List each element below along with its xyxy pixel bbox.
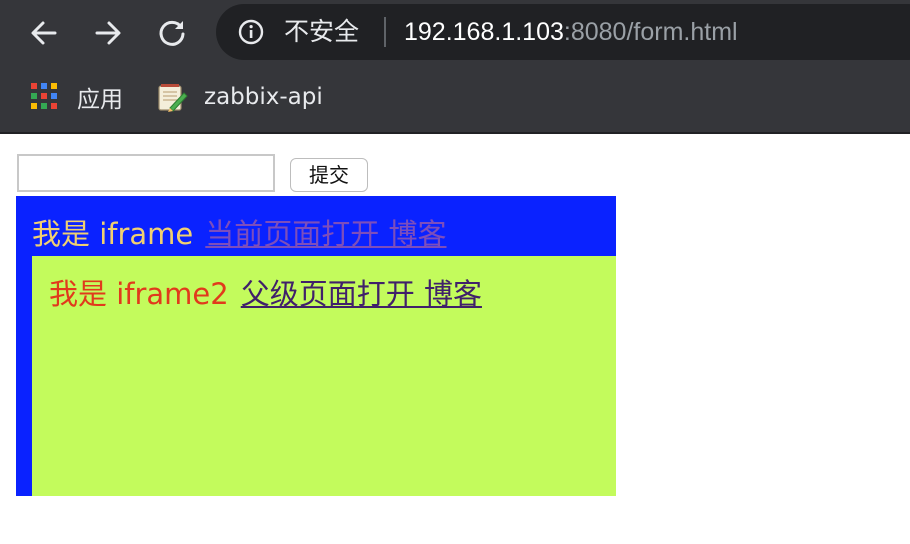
notepad-favicon-icon [158, 84, 188, 112]
page-content: 提交 我是 iframe 当前页面打开 博客 我是 iframe2 父级页面打开 博… [0, 134, 910, 544]
back-arrow-icon [31, 21, 57, 45]
url-port-path: :8080/form.html [563, 18, 738, 46]
reload-button[interactable] [153, 14, 191, 52]
browser-toolbar: 不安全 192.168.1.103:8080/form.html [0, 0, 910, 66]
iframe-outer-intro: 我是 iframe [32, 217, 194, 251]
security-status-label[interactable]: 不安全 [284, 17, 359, 47]
bookmark-apps[interactable]: 应用 [31, 80, 123, 114]
address-bar[interactable]: 不安全 192.168.1.103:8080/form.html [216, 4, 910, 60]
submit-button[interactable]: 提交 [290, 158, 368, 192]
info-icon[interactable] [238, 19, 264, 45]
iframe-inner: 我是 iframe2 父级页面打开 博客 [32, 256, 616, 496]
reload-icon [159, 20, 185, 46]
forward-button[interactable] [89, 14, 127, 52]
bookmark-zabbix-api[interactable]: zabbix-api [156, 80, 323, 114]
forward-arrow-icon [95, 21, 121, 45]
iframe-outer: 我是 iframe 当前页面打开 博客 我是 iframe2 父级页面打开 博客 [16, 196, 616, 496]
apps-grid-icon [31, 83, 59, 111]
open-blog-current-link[interactable]: 当前页面打开 博客 [205, 217, 446, 251]
back-button[interactable] [25, 14, 63, 52]
url-host: 192.168.1.103 [404, 18, 564, 46]
iframe-outer-header: 我是 iframe 当前页面打开 博客 [32, 216, 447, 252]
address-divider [384, 17, 386, 47]
bookmark-label: zabbix-api [204, 84, 323, 110]
bookmark-label: 应用 [77, 87, 123, 113]
bookmarks-bar: 应用 zabbix-api [0, 66, 910, 134]
iframe-inner-intro: 我是 iframe2 [49, 277, 229, 311]
open-blog-parent-link[interactable]: 父级页面打开 博客 [241, 277, 482, 311]
text-input[interactable] [17, 154, 275, 192]
url-text[interactable]: 192.168.1.103:8080/form.html [404, 16, 738, 48]
iframe-inner-header: 我是 iframe2 父级页面打开 博客 [49, 276, 482, 312]
